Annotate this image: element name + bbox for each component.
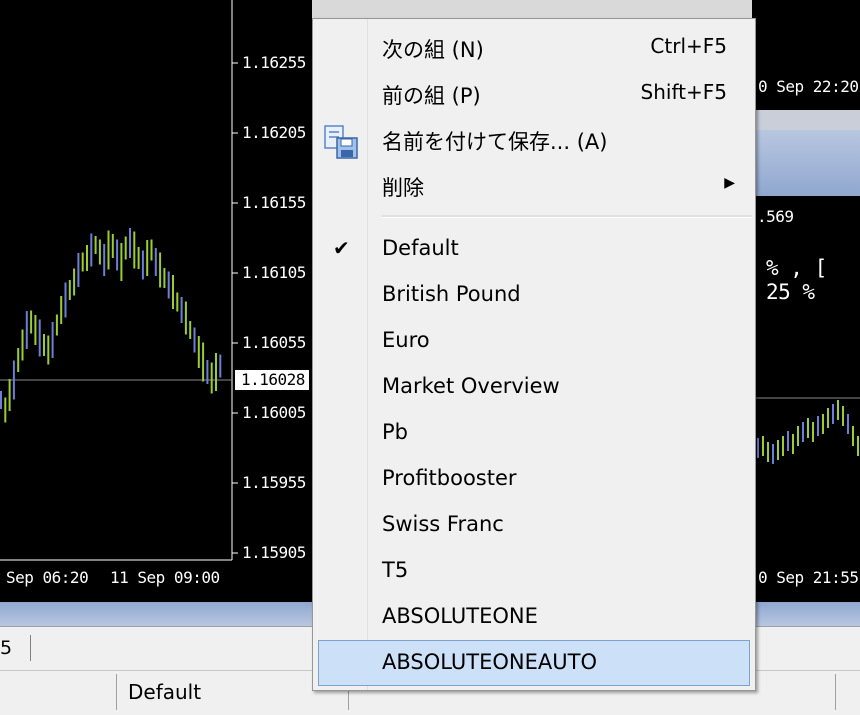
time-axis-label: 11 Sep 09:00 [110, 568, 220, 587]
right-chart-titlebar[interactable] [752, 130, 860, 196]
menu-item-profile[interactable]: ABSOLUTEONE [313, 595, 755, 641]
price-axis-label: 1.16255 [242, 53, 306, 72]
menu-item-save-as[interactable]: 名前を付けて保存... (A) [313, 117, 755, 163]
checkmark-icon: ✔ [333, 236, 350, 260]
menu-item-profile[interactable]: Profitbooster [313, 457, 755, 503]
menu-item-label: Market Overview [382, 374, 560, 398]
left-chart[interactable] [0, 0, 312, 602]
menu-item-label: T5 [382, 558, 409, 582]
menu-item-shortcut: Shift+F5 [640, 80, 727, 104]
menu-item-label: Swiss Franc [382, 512, 504, 536]
profiles-context-menu: 次の組 (N) Ctrl+F5 前の組 (P) Shift+F5 名前を付けて保… [312, 18, 756, 691]
time-axis-label: Sep 06:20 [6, 568, 89, 587]
price-axis-label: 1.16005 [242, 403, 306, 422]
menu-item-label: 次の組 (N) [382, 38, 484, 62]
menu-item-label: 名前を付けて保存... (A) [382, 130, 608, 154]
menu-item-label: ABSOLUTEONE [382, 604, 538, 628]
price-axis-label: 1.16105 [242, 263, 306, 282]
right-chart-divider [752, 110, 860, 130]
chart-tab-label[interactable]: 5 [0, 637, 12, 659]
current-price-tag: 1.16028 [235, 370, 309, 390]
price-axis-label: 1.16055 [242, 333, 306, 352]
menu-item-label: Profitbooster [382, 466, 517, 490]
menu-item-profile[interactable]: British Pound [313, 273, 755, 319]
menu-item-profile[interactable]: Swiss Franc [313, 503, 755, 549]
menu-item-label: 前の組 (P) [382, 84, 481, 108]
price-axis-label: 1.16205 [242, 123, 306, 142]
right-bottom-time-label: 0 Sep 21:55 [758, 568, 859, 587]
menu-item-label: ABSOLUTEONEAUTO [382, 650, 597, 674]
price-axis-label: 1.16155 [242, 193, 306, 212]
menu-item-label: 削除 [382, 176, 424, 200]
right-top-time-label: 0 Sep 22:20 [758, 77, 859, 96]
menu-item-shortcut: Ctrl+F5 [650, 34, 727, 58]
menu-item-profile[interactable]: Market Overview [313, 365, 755, 411]
status-profile: Default [128, 680, 202, 704]
menu-item-label: Euro [382, 328, 430, 352]
submenu-arrow-icon: ▶ [724, 175, 735, 191]
save-as-icon [323, 124, 359, 164]
indicator-info-text: % , [ 25 % [766, 256, 827, 304]
menu-item-label: British Pound [382, 282, 521, 306]
menu-separator [382, 215, 752, 218]
menu-item-profile-default[interactable]: ✔ Default [313, 227, 755, 273]
tab-divider [30, 635, 31, 661]
price-axis-label: 1.15955 [242, 473, 306, 492]
menu-item-profile[interactable]: T5 [313, 549, 755, 595]
left-chart-canvas [0, 0, 238, 561]
menu-item-next-profile[interactable]: 次の組 (N) Ctrl+F5 [313, 25, 755, 71]
menu-item-previous-profile[interactable]: 前の組 (P) Shift+F5 [313, 71, 755, 117]
menu-item-label: Default [382, 236, 459, 260]
status-divider [835, 674, 836, 710]
menu-item-profile[interactable]: Euro [313, 319, 755, 365]
price-axis-label: 1.15905 [242, 543, 306, 562]
menu-item-profile-highlighted[interactable]: ABSOLUTEONEAUTO [318, 640, 750, 686]
indicator-value-label: .569 [757, 207, 794, 226]
menu-item-profile[interactable]: Pb [313, 411, 755, 457]
menu-item-delete[interactable]: 削除 ▶ [313, 163, 755, 209]
status-divider [116, 674, 117, 710]
menu-item-label: Pb [382, 420, 408, 444]
